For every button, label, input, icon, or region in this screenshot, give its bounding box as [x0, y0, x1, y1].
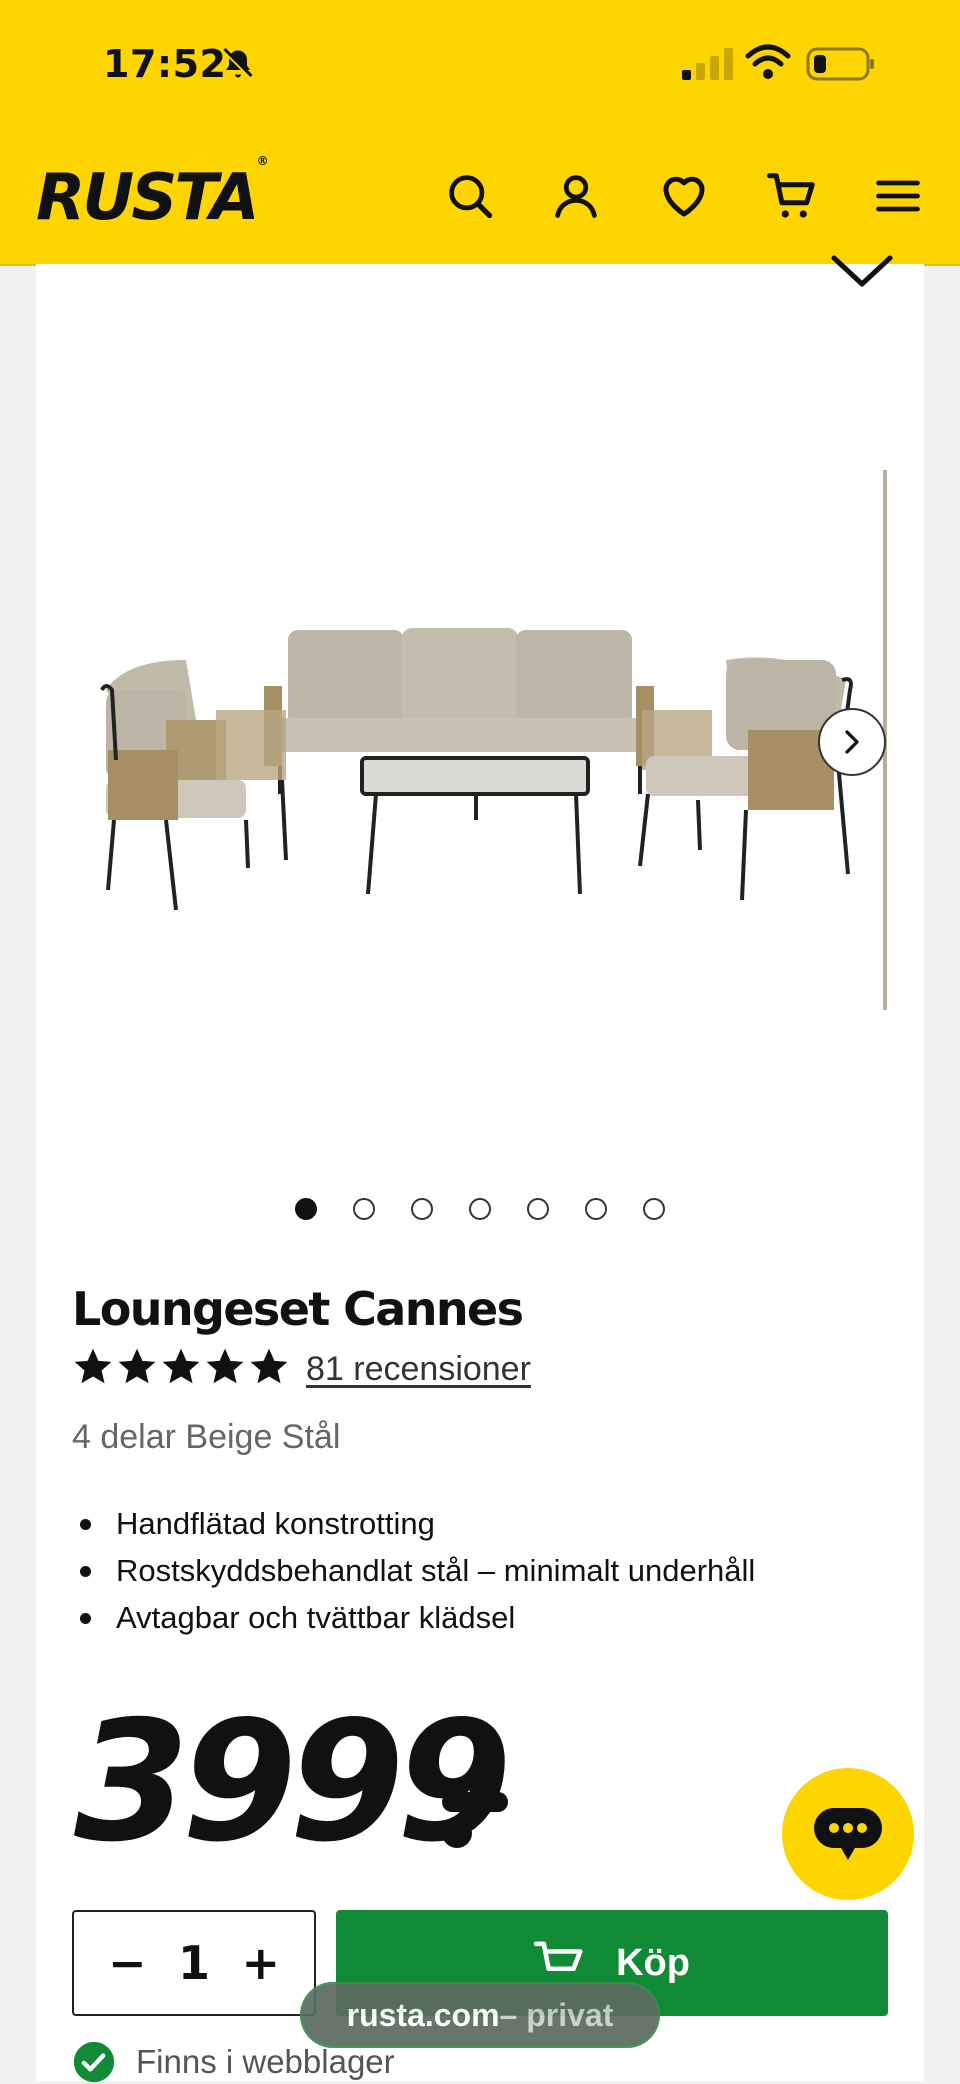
feature-item: Rostskyddsbehandlat stål – minimalt unde…	[72, 1547, 755, 1594]
quantity-value[interactable]: 1	[178, 1936, 210, 1990]
gallery-next-button[interactable]	[818, 708, 886, 776]
star-icon	[74, 1348, 112, 1384]
chat-button[interactable]	[782, 1768, 914, 1900]
increment-button[interactable]: +	[241, 1936, 280, 1990]
cart-icon	[767, 173, 815, 218]
user-icon	[555, 175, 597, 218]
check-circle-icon	[73, 2041, 115, 2083]
battery-icon	[806, 47, 874, 81]
site-header: RUSTA®	[0, 128, 960, 266]
account-button[interactable]	[546, 166, 606, 226]
left-chair-illustration	[100, 660, 288, 911]
search-icon	[449, 175, 493, 219]
menu-button[interactable]	[868, 166, 928, 226]
gallery-dot-6[interactable]	[585, 1198, 607, 1220]
star-icon	[118, 1348, 156, 1384]
status-bar: 17:52	[0, 0, 960, 128]
gallery-dot-3[interactable]	[411, 1198, 433, 1220]
product-subtitle: 4 delar Beige Stål	[72, 1418, 341, 1456]
status-time: 17:52	[103, 42, 227, 86]
feature-item: Avtagbar och tvättbar klädsel	[72, 1594, 755, 1641]
hamburger-menu-icon	[876, 180, 920, 212]
feature-item: Handflätad konstrotting	[72, 1500, 755, 1547]
price-suffix-dot	[442, 1818, 472, 1848]
star-icon	[206, 1348, 244, 1384]
buy-label: Köp	[616, 1941, 690, 1984]
rusta-logo[interactable]: RUSTA®	[36, 154, 269, 235]
chevron-right-icon	[845, 730, 859, 754]
coffee-table-illustration	[360, 756, 590, 895]
cart-icon	[534, 1941, 583, 1972]
cart-button[interactable]	[762, 166, 822, 226]
chat-bubble-icon	[814, 1808, 882, 1860]
product-title: Loungeset Cannes	[72, 1282, 524, 1336]
right-chair-illustration	[638, 657, 853, 901]
gallery-dot-1[interactable]	[295, 1198, 317, 1220]
star-icon	[162, 1348, 200, 1384]
gallery-dot-5[interactable]	[527, 1198, 549, 1220]
product-wishlist-heart-icon[interactable]	[826, 252, 898, 292]
gallery-dot-2[interactable]	[353, 1198, 375, 1220]
bell-muted-icon	[222, 47, 254, 80]
gallery-pagination	[0, 1198, 960, 1224]
product-price: 3999	[74, 1686, 512, 1879]
product-image[interactable]	[36, 300, 924, 1180]
gallery-dot-4[interactable]	[469, 1198, 491, 1220]
gallery-dot-7[interactable]	[643, 1198, 665, 1220]
browser-url-pill[interactable]: rusta.com – privat	[300, 1982, 660, 2048]
url-host: rusta.com	[346, 1996, 500, 2033]
url-suffix: – privat	[499, 1996, 614, 2033]
stock-text: Finns i webblager	[136, 2043, 395, 2080]
signal-icon	[682, 48, 733, 80]
wishlist-button[interactable]	[654, 166, 714, 226]
wifi-icon	[745, 44, 791, 79]
quantity-stepper: − 1 +	[72, 1910, 316, 2016]
price-suffix-dash	[442, 1792, 508, 1812]
star-icon	[250, 1348, 288, 1384]
heart-icon	[663, 176, 705, 217]
search-button[interactable]	[440, 166, 500, 226]
reviews-link[interactable]: 81 recensioner	[306, 1350, 531, 1389]
feature-list: Handflätad konstrotting Rostskyddsbehand…	[72, 1500, 755, 1641]
decrement-button[interactable]: −	[108, 1936, 147, 1990]
rating-stars	[72, 1346, 290, 1388]
